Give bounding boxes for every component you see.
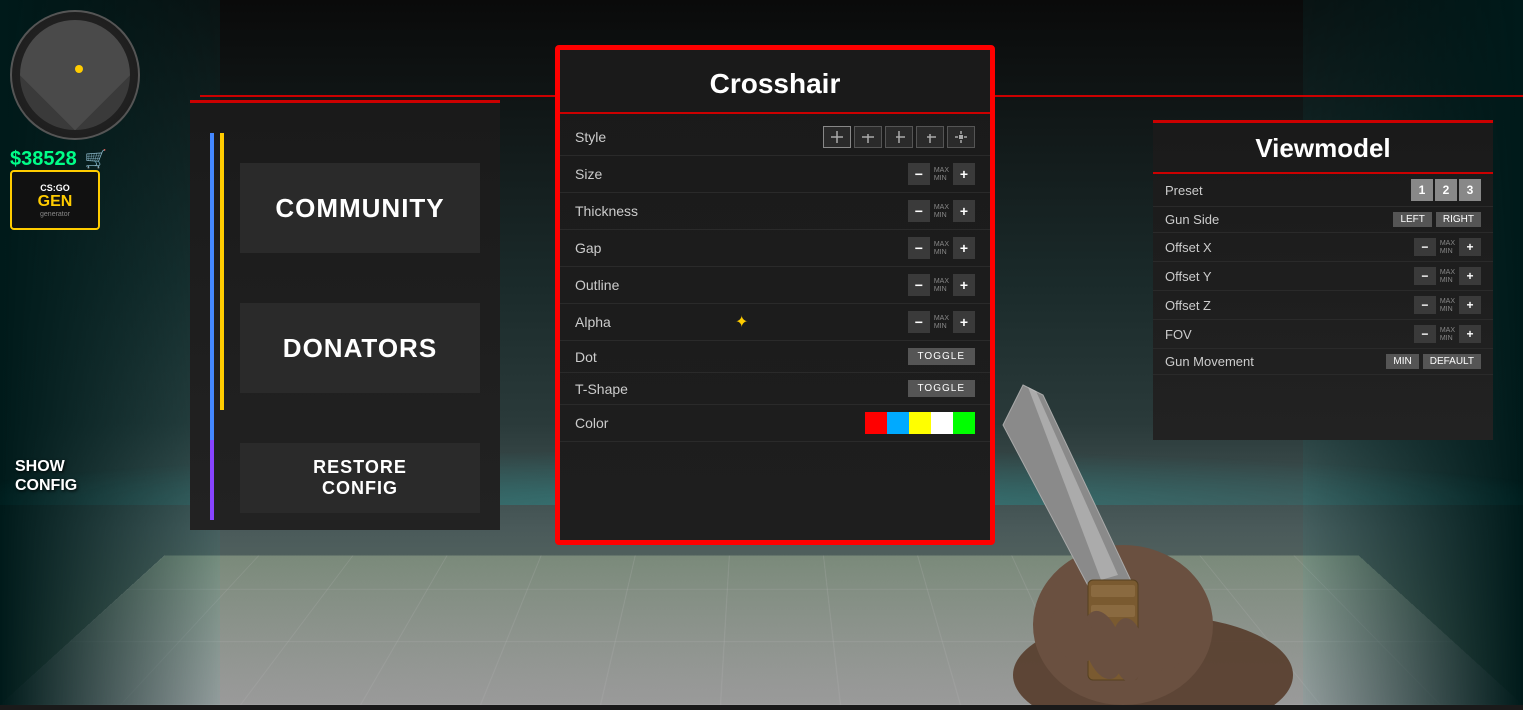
preset-btn-2[interactable]: 2	[1435, 179, 1457, 201]
gap-maxmin: MAX MIN	[934, 241, 949, 256]
offsetx-maxmin: MAX MIN	[1440, 240, 1455, 255]
csgo-gen-badge: CS:GO GEN generator	[10, 170, 100, 230]
minimap-player-dot	[75, 65, 83, 73]
minimap-inner	[20, 20, 130, 130]
offsetx-plus-btn[interactable]: +	[1459, 238, 1481, 256]
offsetz-maxmin: MAX MIN	[1440, 298, 1455, 313]
restore-config-button[interactable]: RESTORECONFIG	[240, 443, 480, 513]
size-controls[interactable]: − MAX MIN +	[908, 163, 975, 185]
crosshair-row-outline: Outline − MAX MIN +	[560, 267, 990, 304]
donators-button-label: DONATORS	[283, 333, 437, 364]
badge-line2: GEN	[38, 193, 73, 211]
offsety-label: Offset Y	[1165, 269, 1414, 284]
style-controls	[823, 126, 975, 148]
gunmovement-min-btn[interactable]: MIN	[1386, 354, 1418, 369]
gap-plus-btn[interactable]: +	[953, 237, 975, 259]
gunside-label: Gun Side	[1165, 212, 1393, 227]
alpha-label: Alpha	[575, 314, 675, 330]
size-label: Size	[575, 166, 675, 182]
preset-btn-1[interactable]: 1	[1411, 179, 1433, 201]
vm-row-preset: Preset 1 2 3	[1153, 174, 1493, 207]
gap-label: Gap	[575, 240, 675, 256]
thickness-maxmin: MAX MIN	[934, 204, 949, 219]
crosshair-row-gap: Gap − MAX MIN +	[560, 230, 990, 267]
size-minus-btn[interactable]: −	[908, 163, 930, 185]
outline-plus-btn[interactable]: +	[953, 274, 975, 296]
vm-row-offsetx: Offset X − MAX MIN +	[1153, 233, 1493, 262]
show-config-label: SHOWCONFIG	[15, 457, 77, 495]
restore-config-label: RESTORECONFIG	[313, 457, 407, 499]
style-thumb-3[interactable]	[885, 126, 913, 148]
color-label: Color	[575, 415, 675, 431]
outline-controls[interactable]: − MAX MIN +	[908, 274, 975, 296]
gap-controls[interactable]: − MAX MIN +	[908, 237, 975, 259]
color-bar-yellow	[220, 133, 224, 410]
buy-icon: 🛒	[85, 149, 107, 170]
style-label: Style	[575, 129, 675, 145]
viewmodel-title: Viewmodel	[1153, 123, 1493, 174]
preset-label: Preset	[1165, 183, 1411, 198]
style-thumb-4[interactable]	[916, 126, 944, 148]
community-button[interactable]: COMMUNITY	[240, 163, 480, 253]
outline-maxmin: MAX MIN	[934, 278, 949, 293]
fov-controls[interactable]: − MAX MIN +	[1414, 325, 1481, 343]
preset-btn-3[interactable]: 3	[1459, 179, 1481, 201]
style-thumb-1[interactable]	[823, 126, 851, 148]
style-thumb-2[interactable]	[854, 126, 882, 148]
donators-button[interactable]: DONATORS	[240, 303, 480, 393]
thickness-minus-btn[interactable]: −	[908, 200, 930, 222]
gunside-controls[interactable]: LEFT RIGHT	[1393, 212, 1481, 227]
offsetz-plus-btn[interactable]: +	[1459, 296, 1481, 314]
fov-plus-btn[interactable]: +	[1459, 325, 1481, 343]
size-plus-btn[interactable]: +	[953, 163, 975, 185]
gunside-left-btn[interactable]: LEFT	[1393, 212, 1431, 227]
offsety-maxmin: MAX MIN	[1440, 269, 1455, 284]
gunmovement-controls[interactable]: MIN DEFAULT	[1386, 354, 1481, 369]
crosshair-row-style: Style	[560, 119, 990, 156]
thickness-plus-btn[interactable]: +	[953, 200, 975, 222]
offsetx-minus-btn[interactable]: −	[1414, 238, 1436, 256]
badge-sub: generator	[40, 211, 70, 218]
preset-controls[interactable]: 1 2 3	[1411, 179, 1481, 201]
fov-minus-btn[interactable]: −	[1414, 325, 1436, 343]
crosshair-row-thickness: Thickness − MAX MIN +	[560, 193, 990, 230]
badge-line1: CS:GO	[40, 183, 70, 193]
thickness-controls[interactable]: − MAX MIN +	[908, 200, 975, 222]
offsetz-minus-btn[interactable]: −	[1414, 296, 1436, 314]
vm-row-offsety: Offset Y − MAX MIN +	[1153, 262, 1493, 291]
offsetz-controls[interactable]: − MAX MIN +	[1414, 296, 1481, 314]
knife-hand-overlay	[873, 305, 1373, 705]
vm-row-gunside: Gun Side LEFT RIGHT	[1153, 207, 1493, 233]
offsety-minus-btn[interactable]: −	[1414, 267, 1436, 285]
money-area: $38528 🛒	[10, 148, 107, 171]
offsety-controls[interactable]: − MAX MIN +	[1414, 267, 1481, 285]
gunmovement-default-btn[interactable]: DEFAULT	[1423, 354, 1481, 369]
community-button-label: COMMUNITY	[275, 193, 444, 224]
crosshair-title: Crosshair	[560, 50, 990, 114]
minimap	[10, 10, 140, 140]
offsety-plus-btn[interactable]: +	[1459, 267, 1481, 285]
gunside-right-btn[interactable]: RIGHT	[1436, 212, 1481, 227]
offsetx-label: Offset X	[1165, 240, 1414, 255]
outline-label: Outline	[575, 277, 675, 293]
thickness-label: Thickness	[575, 203, 675, 219]
crosshair-row-size: Size − MAX MIN +	[560, 156, 990, 193]
outline-minus-btn[interactable]: −	[908, 274, 930, 296]
style-thumbnails	[823, 126, 975, 148]
tshape-label: T-Shape	[575, 381, 675, 397]
style-thumb-5[interactable]	[947, 126, 975, 148]
money-value: $38528	[10, 148, 77, 171]
size-maxmin: MAX MIN	[934, 167, 949, 182]
fov-maxmin: MAX MIN	[1440, 327, 1455, 342]
left-panel: COMMUNITY DONATORS RESTORECONFIG	[190, 100, 500, 530]
color-bar-purple	[210, 440, 214, 520]
alpha-dot-indicator: ✦	[735, 312, 748, 332]
dot-label: Dot	[575, 349, 675, 365]
gap-minus-btn[interactable]: −	[908, 237, 930, 259]
offsetx-controls[interactable]: − MAX MIN +	[1414, 238, 1481, 256]
